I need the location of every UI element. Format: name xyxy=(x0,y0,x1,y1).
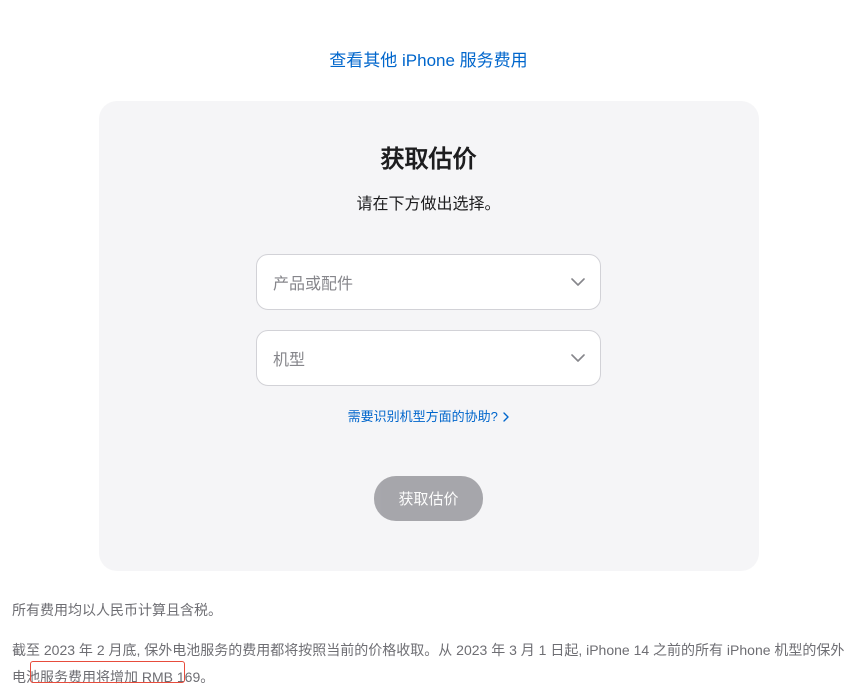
top-link-wrapper: 查看其他 iPhone 服务费用 xyxy=(10,0,847,101)
identify-model-help-link[interactable]: 需要识别机型方面的协助? xyxy=(348,409,510,424)
submit-wrapper: 获取估价 xyxy=(139,476,719,521)
other-services-link[interactable]: 查看其他 iPhone 服务费用 xyxy=(329,51,527,70)
card-subtitle: 请在下方做出选择。 xyxy=(139,190,719,214)
product-select[interactable]: 产品或配件 xyxy=(256,254,601,310)
get-estimate-button[interactable]: 获取估价 xyxy=(374,476,482,521)
chevron-right-icon xyxy=(503,410,509,425)
card-title: 获取估价 xyxy=(139,139,719,174)
help-link-wrapper: 需要识别机型方面的协助? xyxy=(139,406,719,426)
model-select-placeholder: 机型 xyxy=(273,346,305,370)
footer-price-notice: 截至 2023 年 2 月底, 保外电池服务的费用都将按照当前的价格收取。从 2… xyxy=(12,637,847,690)
product-select-placeholder: 产品或配件 xyxy=(273,270,353,294)
help-link-text: 需要识别机型方面的协助? xyxy=(348,409,498,424)
model-select[interactable]: 机型 xyxy=(256,330,601,386)
footer-text: 所有费用均以人民币计算且含税。 截至 2023 年 2 月底, 保外电池服务的费… xyxy=(12,599,847,691)
estimate-card: 获取估价 请在下方做出选择。 产品或配件 机型 xyxy=(99,101,759,571)
model-select-wrapper: 机型 xyxy=(256,330,601,386)
footer-currency-note: 所有费用均以人民币计算且含税。 xyxy=(12,599,847,621)
product-select-wrapper: 产品或配件 xyxy=(256,254,601,310)
